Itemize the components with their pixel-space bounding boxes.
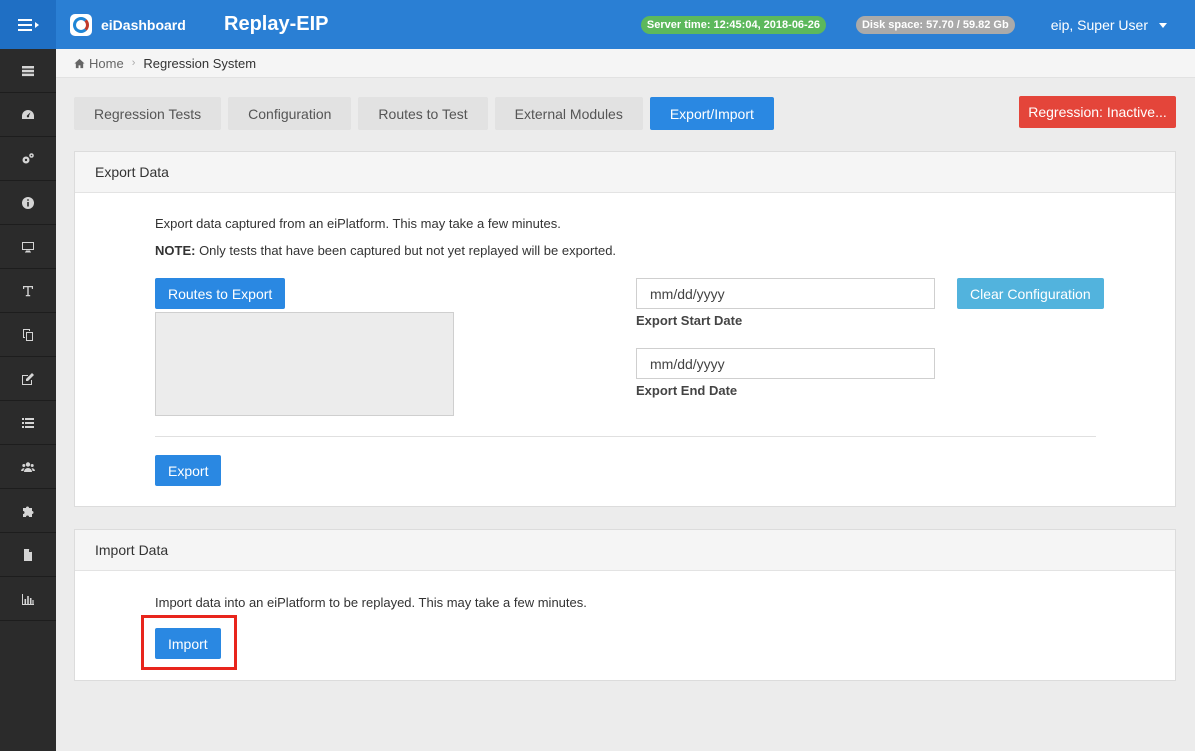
sidebar-item-users[interactable] <box>0 445 56 489</box>
edit-icon <box>22 372 34 385</box>
sidebar-item-reports[interactable] <box>0 577 56 621</box>
note-text: Only tests that have been captured but n… <box>195 243 617 258</box>
brand-link[interactable]: eiDashboard <box>70 13 212 36</box>
server-time-badge: Server time: 12:45:04, 2018-06-26 <box>640 15 826 34</box>
regression-status-button[interactable]: Regression: Inactive... <box>1019 96 1176 128</box>
export-panel-title: Export Data <box>75 152 1175 193</box>
tab-bar: Regression Tests Configuration Routes to… <box>74 97 781 130</box>
breadcrumb-home-link[interactable]: Home <box>74 56 124 71</box>
sidebar-item-copy[interactable] <box>0 313 56 357</box>
user-menu[interactable]: eip, Super User <box>1051 17 1167 33</box>
list-icon <box>22 417 34 428</box>
disk-space-badge: Disk space: 57.70 / 59.82 Gb <box>855 15 1015 34</box>
breadcrumb: Home › Regression System <box>56 49 1195 78</box>
tab-regression-tests[interactable]: Regression Tests <box>74 97 222 130</box>
sidebar-item-list[interactable] <box>0 401 56 445</box>
sidebar-item-settings[interactable] <box>0 137 56 181</box>
clear-configuration-button[interactable]: Clear Configuration <box>957 278 1104 309</box>
breadcrumb-home-label: Home <box>89 55 124 71</box>
sidebar-item-edit[interactable] <box>0 357 56 401</box>
chevron-right-icon: › <box>131 57 136 69</box>
brand-name: eiDashboard <box>101 16 186 33</box>
info-icon <box>22 196 34 209</box>
export-start-date-input[interactable] <box>636 278 935 309</box>
sidebar-item-modules[interactable] <box>0 489 56 533</box>
sidebar-item-servers[interactable] <box>0 49 56 93</box>
hamburger-icon <box>17 18 32 31</box>
import-description: Import data into an eiPlatform to be rep… <box>155 595 587 610</box>
export-start-date-label: Export Start Date <box>636 313 743 328</box>
tab-configuration[interactable]: Configuration <box>228 97 352 130</box>
user-name: eip, Super User <box>1050 16 1148 33</box>
file-icon <box>24 548 32 561</box>
arrow-right-icon <box>34 21 39 28</box>
sidebar <box>0 49 56 751</box>
routes-to-export-button[interactable]: Routes to Export <box>155 278 286 309</box>
export-end-date-input[interactable] <box>636 348 935 379</box>
top-navbar: eiDashboard Replay-EIP Server time: 12:4… <box>0 0 1195 49</box>
app-title: Replay-EIP <box>224 13 329 35</box>
sidebar-item-text[interactable] <box>0 269 56 313</box>
export-end-date-label: Export End Date <box>636 383 738 398</box>
import-data-panel: Import Data Import data into an eiPlatfo… <box>74 529 1176 681</box>
bar-chart-icon <box>22 593 34 605</box>
monitor-icon <box>22 241 34 252</box>
tab-routes-to-test[interactable]: Routes to Test <box>358 97 488 130</box>
import-panel-title: Import Data <box>75 530 1175 571</box>
routes-to-export-list[interactable] <box>155 312 454 416</box>
sidebar-item-files[interactable] <box>0 533 56 577</box>
eidashboard-logo-icon <box>70 13 92 36</box>
export-note: NOTE: Only tests that have been captured… <box>155 243 616 258</box>
sidebar-item-monitor[interactable] <box>0 225 56 269</box>
caret-down-icon <box>1159 23 1167 28</box>
export-divider <box>155 436 1096 437</box>
sidebar-item-dashboard[interactable] <box>0 93 56 137</box>
sidebar-item-info[interactable] <box>0 181 56 225</box>
server-icon <box>22 65 34 76</box>
breadcrumb-current: Regression System <box>143 55 257 71</box>
tab-external-modules[interactable]: External Modules <box>494 97 643 130</box>
users-icon <box>21 461 35 472</box>
export-description: Export data captured from an eiPlatform.… <box>155 216 561 231</box>
text-icon <box>23 285 33 296</box>
note-label: NOTE: <box>155 243 196 258</box>
dashboard-icon <box>22 109 34 119</box>
export-button[interactable]: Export <box>155 455 222 486</box>
home-icon <box>74 58 85 68</box>
tab-export-import[interactable]: Export/Import <box>649 97 774 130</box>
import-highlight-box <box>141 615 237 670</box>
puzzle-icon <box>23 506 34 517</box>
export-data-panel: Export Data Export data captured from an… <box>74 151 1176 507</box>
sidebar-toggle-button[interactable] <box>0 0 56 49</box>
copy-icon <box>23 328 33 341</box>
cogs-icon <box>22 152 34 163</box>
